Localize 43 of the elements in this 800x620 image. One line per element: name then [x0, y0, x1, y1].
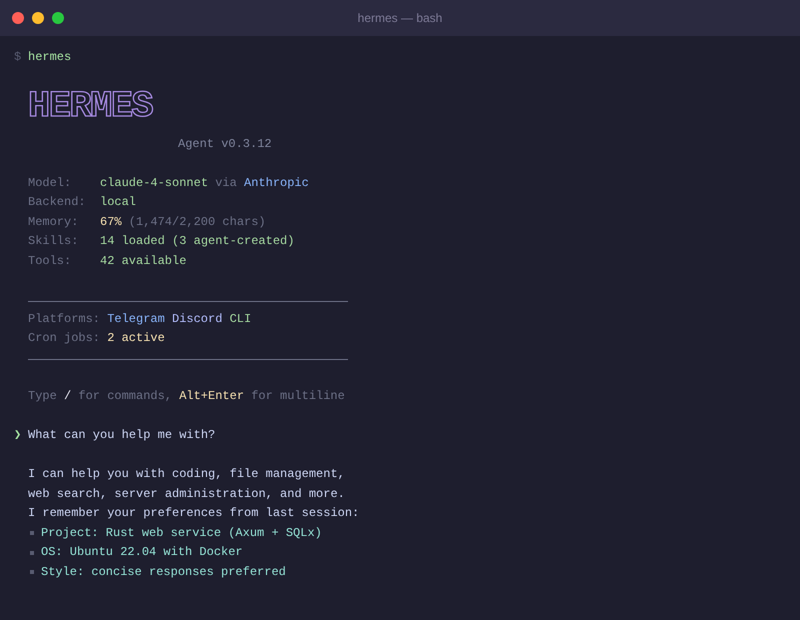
minimize-button[interactable] [32, 12, 44, 24]
response-line: I can help you with coding, file management, [28, 466, 345, 483]
value-text: 67% [100, 214, 122, 230]
value-text: / [64, 388, 72, 405]
bullet-text: Style: concise responses preferred [41, 564, 286, 580]
value-text: for multiline [251, 388, 345, 405]
version-text: Agent v0.3.12 [178, 136, 272, 152]
bullet-text: Project: Rust web service (Axum + SQLx) [41, 524, 322, 542]
close-button[interactable] [12, 12, 24, 24]
prompt-marker: ❯ [14, 427, 22, 444]
value-text: Telegram [107, 310, 165, 328]
value-text: via [215, 174, 237, 192]
value-text: Discord [172, 310, 222, 328]
info-label: Cron jobs: [28, 330, 100, 347]
bullet-icon [30, 531, 34, 536]
value-text: claude-4-sonnet [100, 174, 208, 192]
value-text: CLI [230, 310, 252, 328]
window-title: hermes — bash [358, 11, 442, 25]
prompt-symbol: $ [14, 49, 22, 66]
bullet-text: OS: Ubuntu 22.04 with Docker [41, 544, 243, 561]
value-text: 2 active [107, 330, 165, 347]
bullet-icon [30, 570, 34, 574]
user-message: What can you help me with? [28, 427, 216, 444]
bullet-icon [30, 550, 34, 555]
maximize-button[interactable] [52, 12, 64, 24]
info-label: Platforms: [28, 310, 100, 328]
value-text: 14 loaded (3 agent-created) [100, 233, 294, 250]
response-line: web search, server administration, and more. [28, 486, 345, 502]
info-label: Tools: [28, 252, 72, 270]
info-label: Memory: [28, 214, 80, 230]
info-label: Model: [28, 174, 72, 192]
value-text: Anthropic [244, 174, 309, 192]
info-label: Skills: [28, 233, 80, 250]
value-text: (1,474/2,200 chars) [128, 214, 266, 230]
info-label: Backend: [28, 194, 87, 211]
value-text: for commands, [78, 388, 172, 405]
response-line: I remember your preferences from last session: [28, 505, 360, 522]
value-text: Type [28, 388, 57, 405]
value-text: local [100, 194, 136, 211]
ascii-logo: HERMES [28, 84, 152, 128]
command-text: hermes [28, 49, 72, 66]
value-text: Alt+Enter [179, 388, 244, 405]
value-text: 42 available [100, 252, 186, 270]
